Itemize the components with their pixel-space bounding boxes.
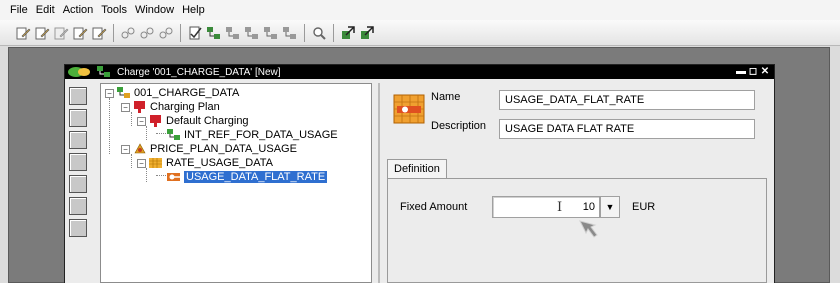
- toolbar-separator: [180, 23, 181, 42]
- flat-rate-icon: [167, 171, 181, 183]
- pointer-arrow-icon: [579, 220, 598, 238]
- charge-icon: [117, 87, 131, 99]
- hierarchy-icon[interactable]: [263, 25, 279, 41]
- charge-window: Charge '001_CHARGE_DATA' [New] ▬ ◻ ✕ − 0…: [64, 64, 775, 283]
- toolbar-separator: [333, 23, 334, 42]
- charge-icon: [97, 66, 113, 78]
- hierarchy-icon[interactable]: [206, 25, 222, 41]
- description-label: Description: [431, 120, 487, 132]
- fixed-amount-label: Fixed Amount: [400, 201, 468, 213]
- side-toolbar: [69, 87, 89, 283]
- edit-icon[interactable]: [72, 25, 88, 41]
- description-field[interactable]: USAGE DATA FLAT RATE: [499, 119, 755, 139]
- toolbar: [0, 20, 840, 46]
- tree-label: Charging Plan: [150, 101, 220, 113]
- menu-file[interactable]: File: [6, 0, 32, 20]
- link-icon[interactable]: [139, 25, 155, 41]
- charging-plan-icon: [133, 101, 147, 113]
- window-title-bar[interactable]: Charge '001_CHARGE_DATA' [New] ▬ ◻ ✕: [65, 65, 774, 79]
- tree-node-charging-plan[interactable]: − Charging Plan: [121, 100, 220, 114]
- detail-panel: Name USAGE_DATA_FLAT_RATE Description US…: [383, 83, 773, 283]
- menu-help[interactable]: Help: [178, 0, 209, 20]
- tree-label-selected: USAGE_DATA_FLAT_RATE: [184, 171, 328, 183]
- side-tool-button[interactable]: [69, 175, 87, 193]
- charging-icon: [149, 115, 163, 127]
- menu-window[interactable]: Window: [131, 0, 178, 20]
- currency-label: EUR: [632, 201, 656, 213]
- reference-icon: [167, 129, 181, 141]
- edit-icon[interactable]: [53, 25, 69, 41]
- tree-node-rate-usage[interactable]: − RATE_USAGE_DATA: [137, 156, 273, 170]
- side-tool-button[interactable]: [69, 219, 87, 237]
- link-icon[interactable]: [158, 25, 174, 41]
- restore-button[interactable]: ◻: [748, 67, 758, 77]
- collapse-icon[interactable]: −: [137, 158, 146, 168]
- tree-node-default-charging[interactable]: − Default Charging: [137, 114, 249, 128]
- side-tool-button[interactable]: [69, 131, 87, 149]
- flat-rate-icon: [393, 94, 425, 124]
- toolbar-separator: [113, 23, 114, 42]
- panel-splitter[interactable]: [378, 83, 380, 283]
- deploy-icon[interactable]: [340, 25, 356, 41]
- side-tool-button[interactable]: [69, 153, 87, 171]
- window-title: Charge '001_CHARGE_DATA' [New]: [117, 66, 281, 78]
- tree-node-price-plan[interactable]: − PRICE_PLAN_DATA_USAGE: [121, 142, 297, 156]
- menu-bar: File Edit Action Tools Window Help: [0, 0, 840, 20]
- minimize-button[interactable]: ▬: [736, 67, 746, 77]
- name-label: Name: [431, 91, 461, 103]
- tree-label: Default Charging: [166, 115, 249, 127]
- rate-icon: [149, 157, 163, 169]
- menu-action[interactable]: Action: [59, 0, 98, 20]
- charge-tree: − 001_CHARGE_DATA − Charging Plan − Defa…: [100, 83, 372, 283]
- price-plan-icon: [133, 143, 147, 155]
- tree-label: PRICE_PLAN_DATA_USAGE: [150, 143, 297, 155]
- close-button[interactable]: ✕: [760, 67, 770, 77]
- tree-node-flat-rate[interactable]: USAGE_DATA_FLAT_RATE: [167, 170, 328, 184]
- collapse-icon[interactable]: −: [121, 102, 130, 112]
- deploy-icon[interactable]: [359, 25, 375, 41]
- hierarchy-icon[interactable]: [225, 25, 241, 41]
- app-logo-icon: [65, 65, 93, 79]
- link-icon[interactable]: [120, 25, 136, 41]
- text-cursor-icon: I: [557, 200, 563, 215]
- window-controls: ▬ ◻ ✕: [736, 67, 770, 77]
- tree-node-root[interactable]: − 001_CHARGE_DATA: [105, 86, 239, 100]
- tree-node-int-ref[interactable]: INT_REF_FOR_DATA_USAGE: [167, 128, 338, 142]
- name-field[interactable]: USAGE_DATA_FLAT_RATE: [499, 90, 755, 110]
- edit-icon[interactable]: [91, 25, 107, 41]
- menu-edit[interactable]: Edit: [32, 0, 59, 20]
- workspace: Charge '001_CHARGE_DATA' [New] ▬ ◻ ✕ − 0…: [8, 47, 830, 283]
- side-tool-button[interactable]: [69, 109, 87, 127]
- hierarchy-icon[interactable]: [282, 25, 298, 41]
- tree-label: RATE_USAGE_DATA: [166, 157, 273, 169]
- fixed-amount-value: 10: [582, 201, 595, 213]
- side-tool-button[interactable]: [69, 197, 87, 215]
- validate-icon[interactable]: [187, 25, 203, 41]
- toolbar-separator: [304, 23, 305, 42]
- collapse-icon[interactable]: −: [121, 144, 130, 154]
- search-icon[interactable]: [311, 25, 327, 41]
- definition-tab-content: Fixed Amount I 10 ▼ EUR: [387, 178, 767, 283]
- fixed-amount-input[interactable]: I 10: [492, 196, 600, 218]
- side-tool-button[interactable]: [69, 87, 87, 105]
- hierarchy-icon[interactable]: [244, 25, 260, 41]
- edit-icon[interactable]: [34, 25, 50, 41]
- tree-label: INT_REF_FOR_DATA_USAGE: [184, 129, 338, 141]
- tab-definition[interactable]: Definition: [387, 159, 447, 179]
- collapse-icon[interactable]: −: [105, 88, 114, 98]
- currency-dropdown-button[interactable]: ▼: [600, 196, 620, 218]
- edit-icon[interactable]: [15, 25, 31, 41]
- menu-tools[interactable]: Tools: [97, 0, 131, 20]
- collapse-icon[interactable]: −: [137, 116, 146, 126]
- tree-label: 001_CHARGE_DATA: [134, 87, 240, 99]
